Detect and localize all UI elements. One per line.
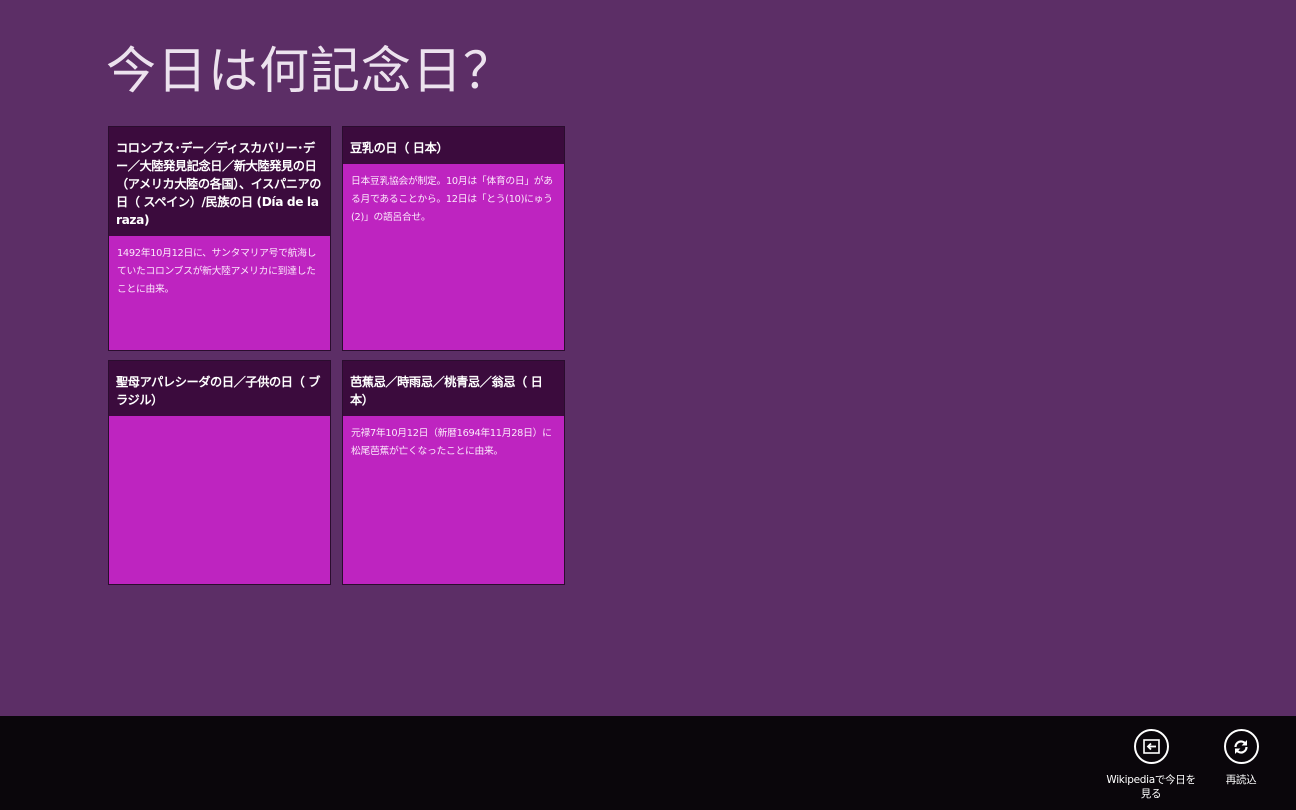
tile-heading: 聖母アパレシーダの日／子供の日（ ブラジル） (109, 361, 330, 416)
tile-description (109, 416, 330, 431)
anniversary-tile[interactable]: 豆乳の日（ 日本） 日本豆乳協会が制定。10月は「体育の日」がある月であることか… (342, 126, 565, 351)
tile-heading: コロンブス･デー／ディスカバリー･デー／大陸発見記念日／新大陸発見の日（アメリカ… (109, 127, 330, 236)
tile-heading: 芭蕉忌／時雨忌／桃青忌／翁忌（ 日本） (343, 361, 564, 416)
wikipedia-button-label: Wikipediaで今日を見る (1106, 774, 1196, 800)
anniversary-tile[interactable]: 聖母アパレシーダの日／子供の日（ ブラジル） (108, 360, 331, 585)
app-bar: Wikipediaで今日を見る 再読込 (0, 716, 1296, 810)
anniversary-tile[interactable]: コロンブス･デー／ディスカバリー･デー／大陸発見記念日／新大陸発見の日（アメリカ… (108, 126, 331, 351)
wikipedia-button[interactable]: Wikipediaで今日を見る (1106, 729, 1196, 801)
reload-button-label: 再読込 (1225, 774, 1257, 786)
anniversary-tile[interactable]: 芭蕉忌／時雨忌／桃青忌／翁忌（ 日本） 元禄7年10月12日（新暦1694年11… (342, 360, 565, 585)
tile-heading: 豆乳の日（ 日本） (343, 127, 564, 164)
reload-button[interactable]: 再読込 (1196, 729, 1286, 787)
page-title: 今日は何記念日？ (106, 42, 514, 100)
tile-description: 日本豆乳協会が制定。10月は「体育の日」がある月であることから。12日は「とう(… (351, 176, 553, 223)
open-in-browser-icon (1133, 729, 1169, 764)
tile-description: 元禄7年10月12日（新暦1694年11月28日）に松尾芭蕉が亡くなったことに由… (351, 428, 552, 457)
tile-description: 1492年10月12日に、サンタマリア号で航海していたコロンブスが新大陸アメリカ… (117, 248, 317, 295)
refresh-icon (1223, 729, 1259, 764)
